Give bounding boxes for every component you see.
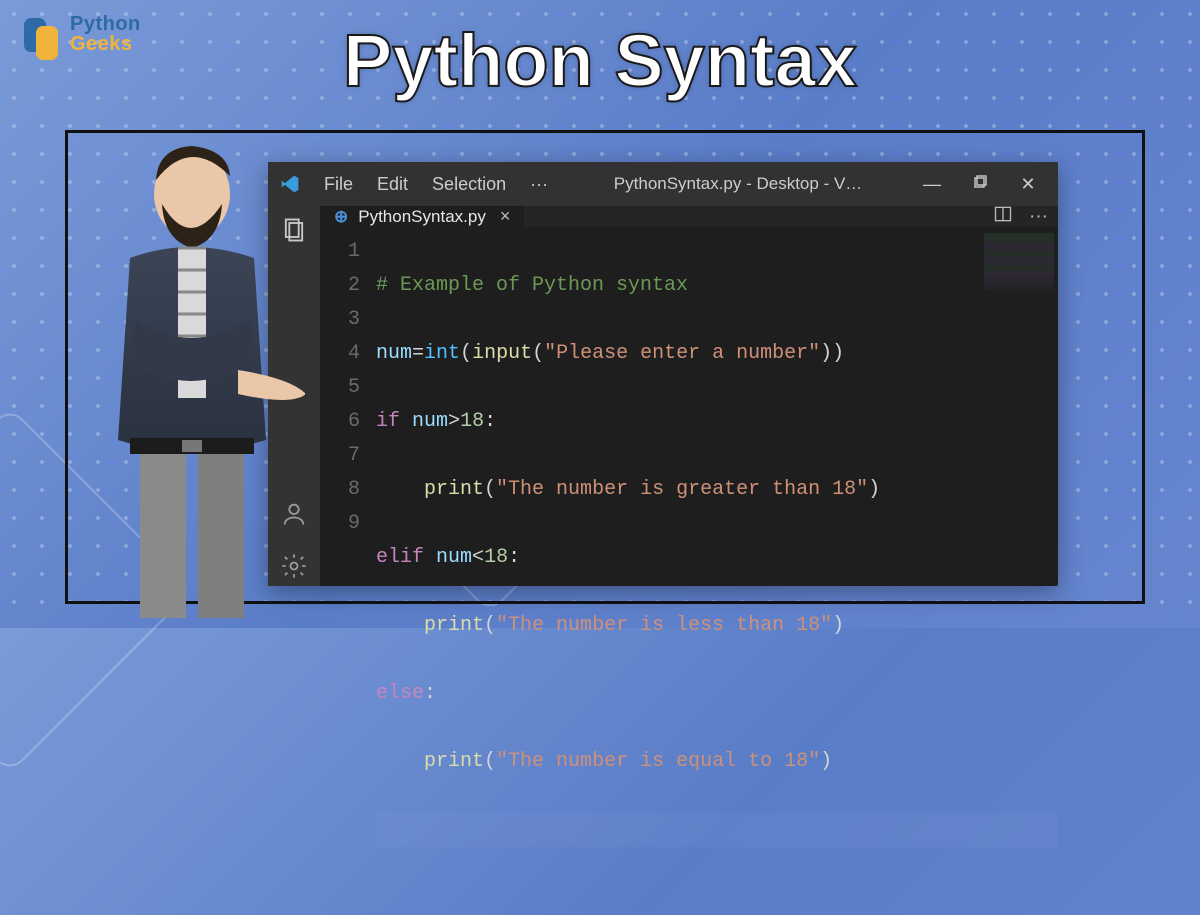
code-string: "Please enter a number"	[544, 342, 820, 365]
code-keyword: elif	[376, 546, 424, 569]
code-token: <	[472, 546, 484, 569]
line-number: 3	[320, 303, 360, 337]
code-number: 18	[484, 546, 508, 569]
line-number: 1	[320, 235, 360, 269]
line-number: 9	[320, 507, 360, 541]
code-editor[interactable]: 1 2 3 4 5 6 7 8 9 # Example of Python sy…	[320, 227, 1058, 915]
code-token: num	[436, 546, 472, 569]
menu-selection[interactable]: Selection	[422, 170, 516, 199]
line-number: 4	[320, 337, 360, 371]
editor-tab-active[interactable]: ⊕ PythonSyntax.py ×	[320, 206, 524, 227]
brand-text-bottom: Geeks	[70, 34, 141, 54]
python-geeks-icon	[18, 12, 62, 56]
code-token: int	[424, 342, 460, 365]
code-token: num	[376, 342, 412, 365]
activity-bar	[268, 206, 320, 586]
settings-gear-icon[interactable]	[280, 552, 308, 586]
line-number-gutter: 1 2 3 4 5 6 7 8 9	[320, 235, 376, 915]
code-token: print	[424, 750, 484, 773]
window-restore-icon[interactable]	[966, 174, 994, 195]
code-keyword: else	[376, 682, 424, 705]
code-token: num	[412, 410, 448, 433]
tab-close-icon[interactable]: ×	[500, 206, 511, 227]
vscode-titlebar: File Edit Selection ··· PythonSyntax.py …	[268, 162, 1058, 206]
code-token: print	[424, 478, 484, 501]
tab-more-icon[interactable]: ···	[1029, 206, 1048, 228]
account-icon[interactable]	[280, 500, 308, 534]
code-token: print	[424, 614, 484, 637]
menu-edit[interactable]: Edit	[367, 170, 418, 199]
brand-text-top: Python	[70, 14, 141, 34]
vscode-logo-icon	[280, 174, 300, 194]
code-string: "The number is less than 18"	[496, 614, 832, 637]
line-number: 5	[320, 371, 360, 405]
window-title: PythonSyntax.py - Desktop - V…	[560, 174, 916, 194]
brand-logo: Python Geeks	[18, 12, 141, 56]
line-number: 7	[320, 439, 360, 473]
page-title: Python Syntax	[0, 18, 1200, 103]
code-string: "The number is greater than 18"	[496, 478, 868, 501]
split-editor-icon[interactable]	[993, 204, 1013, 230]
menu-file[interactable]: File	[314, 170, 363, 199]
window-close-icon[interactable]: ✕	[1014, 174, 1042, 195]
code-lines: # Example of Python syntax num=int(input…	[376, 235, 1058, 915]
code-token: input	[472, 342, 532, 365]
window-minimize-icon[interactable]: —	[918, 174, 946, 195]
menu-more[interactable]: ···	[520, 170, 558, 199]
line-number: 2	[320, 269, 360, 303]
vscode-window: File Edit Selection ··· PythonSyntax.py …	[268, 162, 1058, 586]
code-keyword: if	[376, 410, 400, 433]
line-number: 6	[320, 405, 360, 439]
tab-filename: PythonSyntax.py	[358, 207, 486, 227]
python-file-icon: ⊕	[334, 207, 348, 227]
line-number: 8	[320, 473, 360, 507]
explorer-icon[interactable]	[280, 216, 308, 250]
code-number: 18	[460, 410, 484, 433]
code-string: "The number is equal to 18"	[496, 750, 820, 773]
tab-bar: ⊕ PythonSyntax.py × ···	[320, 206, 1058, 227]
code-comment: # Example of Python syntax	[376, 274, 688, 297]
code-token: >	[448, 410, 460, 433]
